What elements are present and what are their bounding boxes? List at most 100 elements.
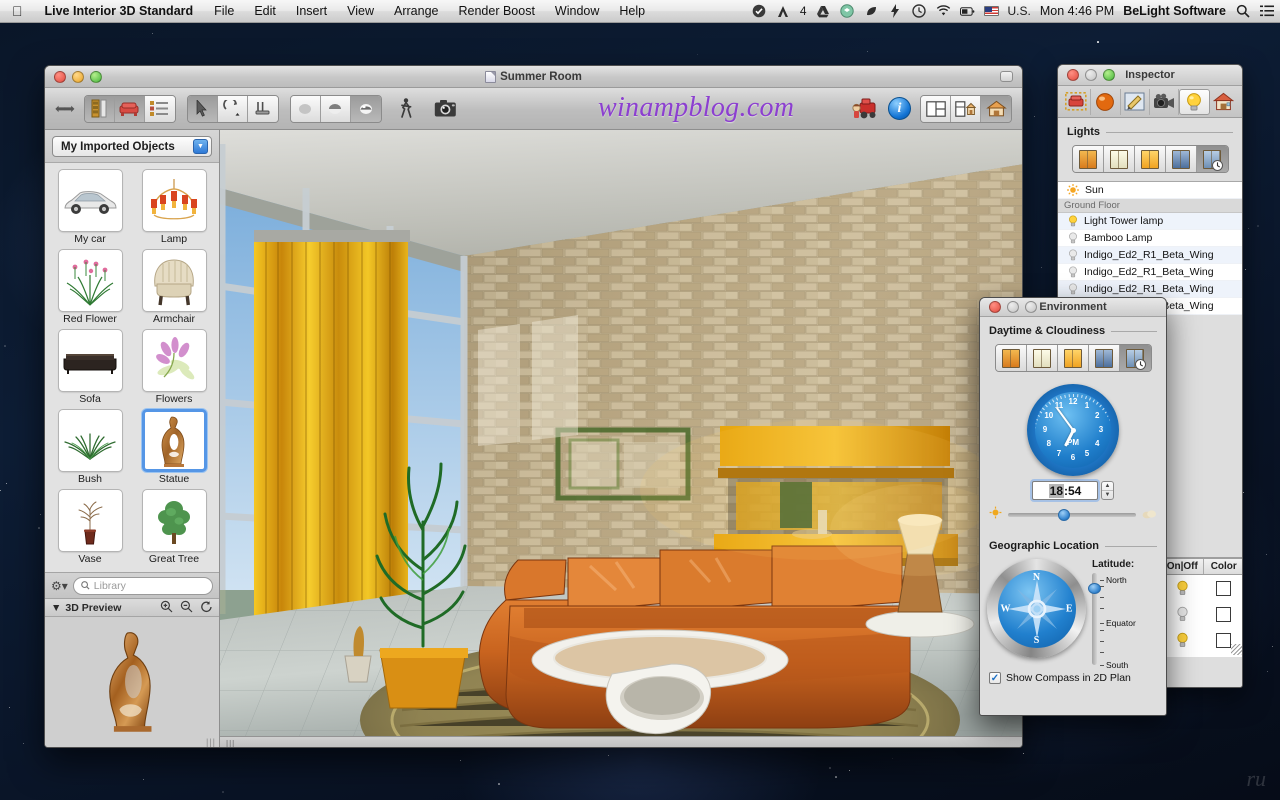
list-item[interactable]: Sofa	[50, 329, 130, 407]
bulb-off-icon[interactable]	[1162, 606, 1203, 622]
menu-help[interactable]: Help	[609, 4, 655, 18]
inspector-tabs[interactable]	[1058, 86, 1242, 118]
flat-shading-icon[interactable]	[291, 96, 321, 122]
compass-dial[interactable]: N E S W	[987, 559, 1086, 658]
lights-list[interactable]: Sun Ground Floor Light Tower lamp Bamboo…	[1058, 181, 1242, 315]
google-drive-icon[interactable]	[816, 4, 831, 19]
apple-logo-icon[interactable]: 	[0, 4, 34, 18]
viewport-3d[interactable]: |||	[220, 130, 1022, 748]
main-window-titlebar[interactable]: Summer Room	[45, 66, 1022, 88]
table-row[interactable]	[1162, 575, 1243, 601]
list-item[interactable]: Indigo_Ed2_R1_Beta_Wing	[1058, 247, 1242, 264]
search-input[interactable]: Library	[73, 577, 213, 595]
tool-segment[interactable]	[187, 95, 279, 123]
camera-inspector-icon[interactable]	[1150, 89, 1179, 115]
sunrise-icon[interactable]	[996, 345, 1027, 371]
furniture-icon[interactable]	[115, 96, 145, 122]
custom-time-icon[interactable]	[1120, 345, 1151, 371]
preview-header[interactable]: ▼ 3D Preview	[45, 598, 219, 617]
list-item[interactable]: My car	[50, 169, 130, 247]
adobe-icon[interactable]	[776, 4, 791, 19]
inspector-titlebar[interactable]: Inspector	[1058, 65, 1242, 86]
rotate-icon[interactable]	[218, 96, 248, 122]
menubar-user[interactable]: BeLight Software	[1123, 4, 1226, 18]
custom-time-icon[interactable]	[1197, 146, 1228, 172]
menu-view[interactable]: View	[337, 4, 384, 18]
flowers-icon[interactable]	[142, 329, 207, 392]
statue-icon[interactable]	[142, 409, 207, 472]
split-view-icon[interactable]	[921, 96, 951, 122]
layout-segment[interactable]	[920, 95, 1012, 123]
night-icon[interactable]	[1089, 345, 1120, 371]
library-category-popup[interactable]: My Imported Objects ▼	[52, 136, 212, 157]
list-item-selected[interactable]: Statue	[134, 409, 214, 487]
car-icon[interactable]	[58, 169, 123, 232]
list-item[interactable]: Bush	[50, 409, 130, 487]
dropbox-icon[interactable]	[840, 4, 855, 19]
menu-edit[interactable]: Edit	[244, 4, 286, 18]
info-icon[interactable]: i	[888, 97, 911, 120]
time-stepper[interactable]: ▲ ▼	[1101, 481, 1114, 500]
us-flag-icon[interactable]	[984, 6, 999, 16]
gear-icon[interactable]: ⚙▾	[51, 579, 68, 593]
rotate-reset-icon[interactable]	[200, 600, 213, 616]
color-swatch[interactable]	[1216, 607, 1231, 622]
resize-corner[interactable]	[1231, 644, 1242, 655]
back-forward-arrows[interactable]: ⬅➡	[55, 101, 73, 117]
bush-icon[interactable]	[58, 409, 123, 472]
red-flower-icon[interactable]	[58, 249, 123, 312]
list-item[interactable]: Indigo_Ed2_R1_Beta_Wing	[1058, 264, 1242, 281]
bulb-off-icon[interactable]	[1067, 266, 1078, 278]
daylight-icon[interactable]	[1027, 345, 1058, 371]
stepper-up-icon[interactable]: ▲	[1102, 482, 1113, 491]
color-swatch[interactable]	[1216, 633, 1231, 648]
color-swatch[interactable]	[1216, 581, 1231, 596]
battery-icon[interactable]	[960, 4, 975, 19]
menu-file[interactable]: File	[204, 4, 244, 18]
arrow-select-icon[interactable]	[188, 96, 218, 122]
camera-icon[interactable]	[432, 95, 460, 123]
bulb-off-icon[interactable]	[1067, 283, 1078, 295]
time-machine-icon[interactable]	[912, 4, 927, 19]
bulb-off-icon[interactable]	[1067, 232, 1078, 244]
list-item[interactable]: Vase	[50, 489, 130, 567]
menu-render-boost[interactable]: Render Boost	[448, 4, 544, 18]
menu-arrange[interactable]: Arrange	[384, 4, 448, 18]
list-item[interactable]: Flowers	[134, 329, 214, 407]
house-inspector-icon[interactable]	[1210, 89, 1238, 115]
resize-grip[interactable]: |||	[206, 737, 216, 747]
sunset-icon[interactable]	[1135, 146, 1166, 172]
menu-window[interactable]: Window	[545, 4, 609, 18]
full-3d-icon[interactable]	[981, 96, 1011, 122]
list-item[interactable]: Lamp	[134, 169, 214, 247]
walk-person-icon[interactable]	[393, 95, 421, 123]
gouraud-shading-icon[interactable]	[321, 96, 351, 122]
cloudiness-slider[interactable]	[1008, 513, 1136, 517]
list-item[interactable]: Great Tree	[134, 489, 214, 567]
show-compass-checkbox-row[interactable]: ✓ Show Compass in 2D Plan	[980, 665, 1166, 684]
phong-shading-icon[interactable]	[351, 96, 381, 122]
material-inspector-icon[interactable]	[1091, 89, 1120, 115]
measure-icon[interactable]	[248, 96, 278, 122]
input-source-label[interactable]: U.S.	[1008, 4, 1031, 18]
flash-icon[interactable]	[888, 4, 903, 19]
list-item[interactable]: Sun	[1058, 182, 1242, 199]
floor-plan-icon[interactable]	[85, 96, 115, 122]
time-hours[interactable]: 18	[1049, 484, 1064, 498]
list-item[interactable]: Red Flower	[50, 249, 130, 327]
edit-inspector-icon[interactable]	[1121, 89, 1150, 115]
sofa-icon[interactable]	[58, 329, 123, 392]
inspector-daylight-segment[interactable]	[1072, 145, 1229, 173]
zoom-in-icon[interactable]	[160, 600, 173, 616]
notification-center-icon[interactable]	[1259, 4, 1274, 19]
disclosure-triangle-icon[interactable]: ▼	[51, 602, 61, 614]
chevron-down-icon[interactable]: ▼	[193, 139, 208, 154]
table-row[interactable]	[1162, 601, 1243, 627]
night-icon[interactable]	[1166, 146, 1197, 172]
list-item[interactable]: Bamboo Lamp	[1058, 230, 1242, 247]
chandelier-icon[interactable]	[142, 169, 207, 232]
search-icon[interactable]	[1235, 4, 1250, 19]
vase-icon[interactable]	[58, 489, 123, 552]
bulb-on-icon[interactable]	[1162, 632, 1203, 648]
zoom-out-icon[interactable]	[180, 600, 193, 616]
